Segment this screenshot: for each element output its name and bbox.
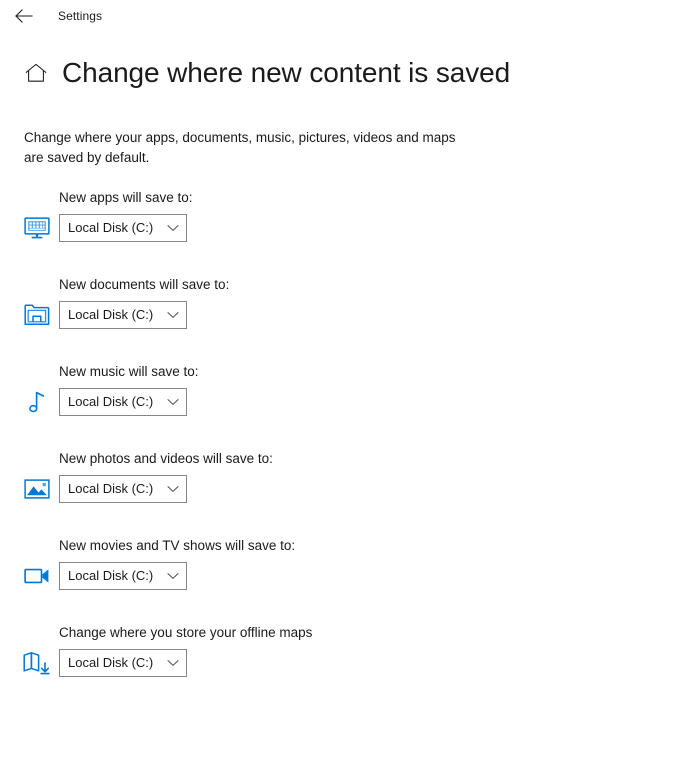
photo-picture-icon: [22, 474, 52, 504]
music-note-icon: [22, 387, 52, 417]
save-location-dropdown-apps[interactable]: Local Disk (C:): [59, 214, 187, 242]
back-button[interactable]: [2, 1, 46, 31]
chevron-down-icon: [166, 222, 179, 235]
settings-list: New apps will save to: Local Disk (C:) N…: [0, 186, 690, 708]
save-location-dropdown-offline-maps[interactable]: Local Disk (C:): [59, 649, 187, 677]
home-icon[interactable]: [22, 59, 50, 87]
chevron-down-icon: [166, 570, 179, 583]
documents-folder-icon: [22, 300, 52, 330]
setting-label-documents: New documents will save to:: [59, 277, 230, 292]
setting-label-apps: New apps will save to:: [59, 190, 193, 205]
save-location-dropdown-documents[interactable]: Local Disk (C:): [59, 301, 187, 329]
setting-row-photos-videos: New photos and videos will save to: Loca…: [0, 447, 690, 534]
dropdown-value: Local Disk (C:): [68, 568, 154, 583]
chevron-down-icon: [166, 396, 179, 409]
back-arrow-icon: [15, 9, 33, 23]
page-header: Change where new content is saved: [22, 52, 510, 94]
save-location-dropdown-movies-tv[interactable]: Local Disk (C:): [59, 562, 187, 590]
dropdown-value: Local Disk (C:): [68, 481, 154, 496]
monitor-apps-icon: [22, 213, 52, 243]
page-description: Change where your apps, documents, music…: [24, 130, 456, 165]
offline-maps-icon: [22, 648, 52, 678]
setting-row-apps: New apps will save to: Local Disk (C:): [0, 186, 690, 273]
setting-row-movies-tv: New movies and TV shows will save to: Lo…: [0, 534, 690, 621]
setting-label-offline-maps: Change where you store your offline maps: [59, 625, 313, 640]
setting-row-documents: New documents will save to: Local Disk (…: [0, 273, 690, 360]
video-camera-icon: [22, 561, 52, 591]
chevron-down-icon: [166, 309, 179, 322]
chevron-down-icon: [166, 657, 179, 670]
setting-label-music: New music will save to:: [59, 364, 199, 379]
setting-label-photos-videos: New photos and videos will save to:: [59, 451, 273, 466]
dropdown-value: Local Disk (C:): [68, 220, 154, 235]
app-title: Settings: [58, 9, 103, 23]
dropdown-value: Local Disk (C:): [68, 655, 154, 670]
title-bar: Settings: [0, 0, 690, 32]
setting-row-music: New music will save to: Local Disk (C:): [0, 360, 690, 447]
page-title: Change where new content is saved: [62, 57, 511, 88]
setting-row-offline-maps: Change where you store your offline maps…: [0, 621, 690, 708]
save-location-dropdown-photos-videos[interactable]: Local Disk (C:): [59, 475, 187, 503]
setting-label-movies-tv: New movies and TV shows will save to:: [59, 538, 296, 553]
chevron-down-icon: [166, 483, 179, 496]
dropdown-value: Local Disk (C:): [68, 394, 154, 409]
save-location-dropdown-music[interactable]: Local Disk (C:): [59, 388, 187, 416]
dropdown-value: Local Disk (C:): [68, 307, 154, 322]
